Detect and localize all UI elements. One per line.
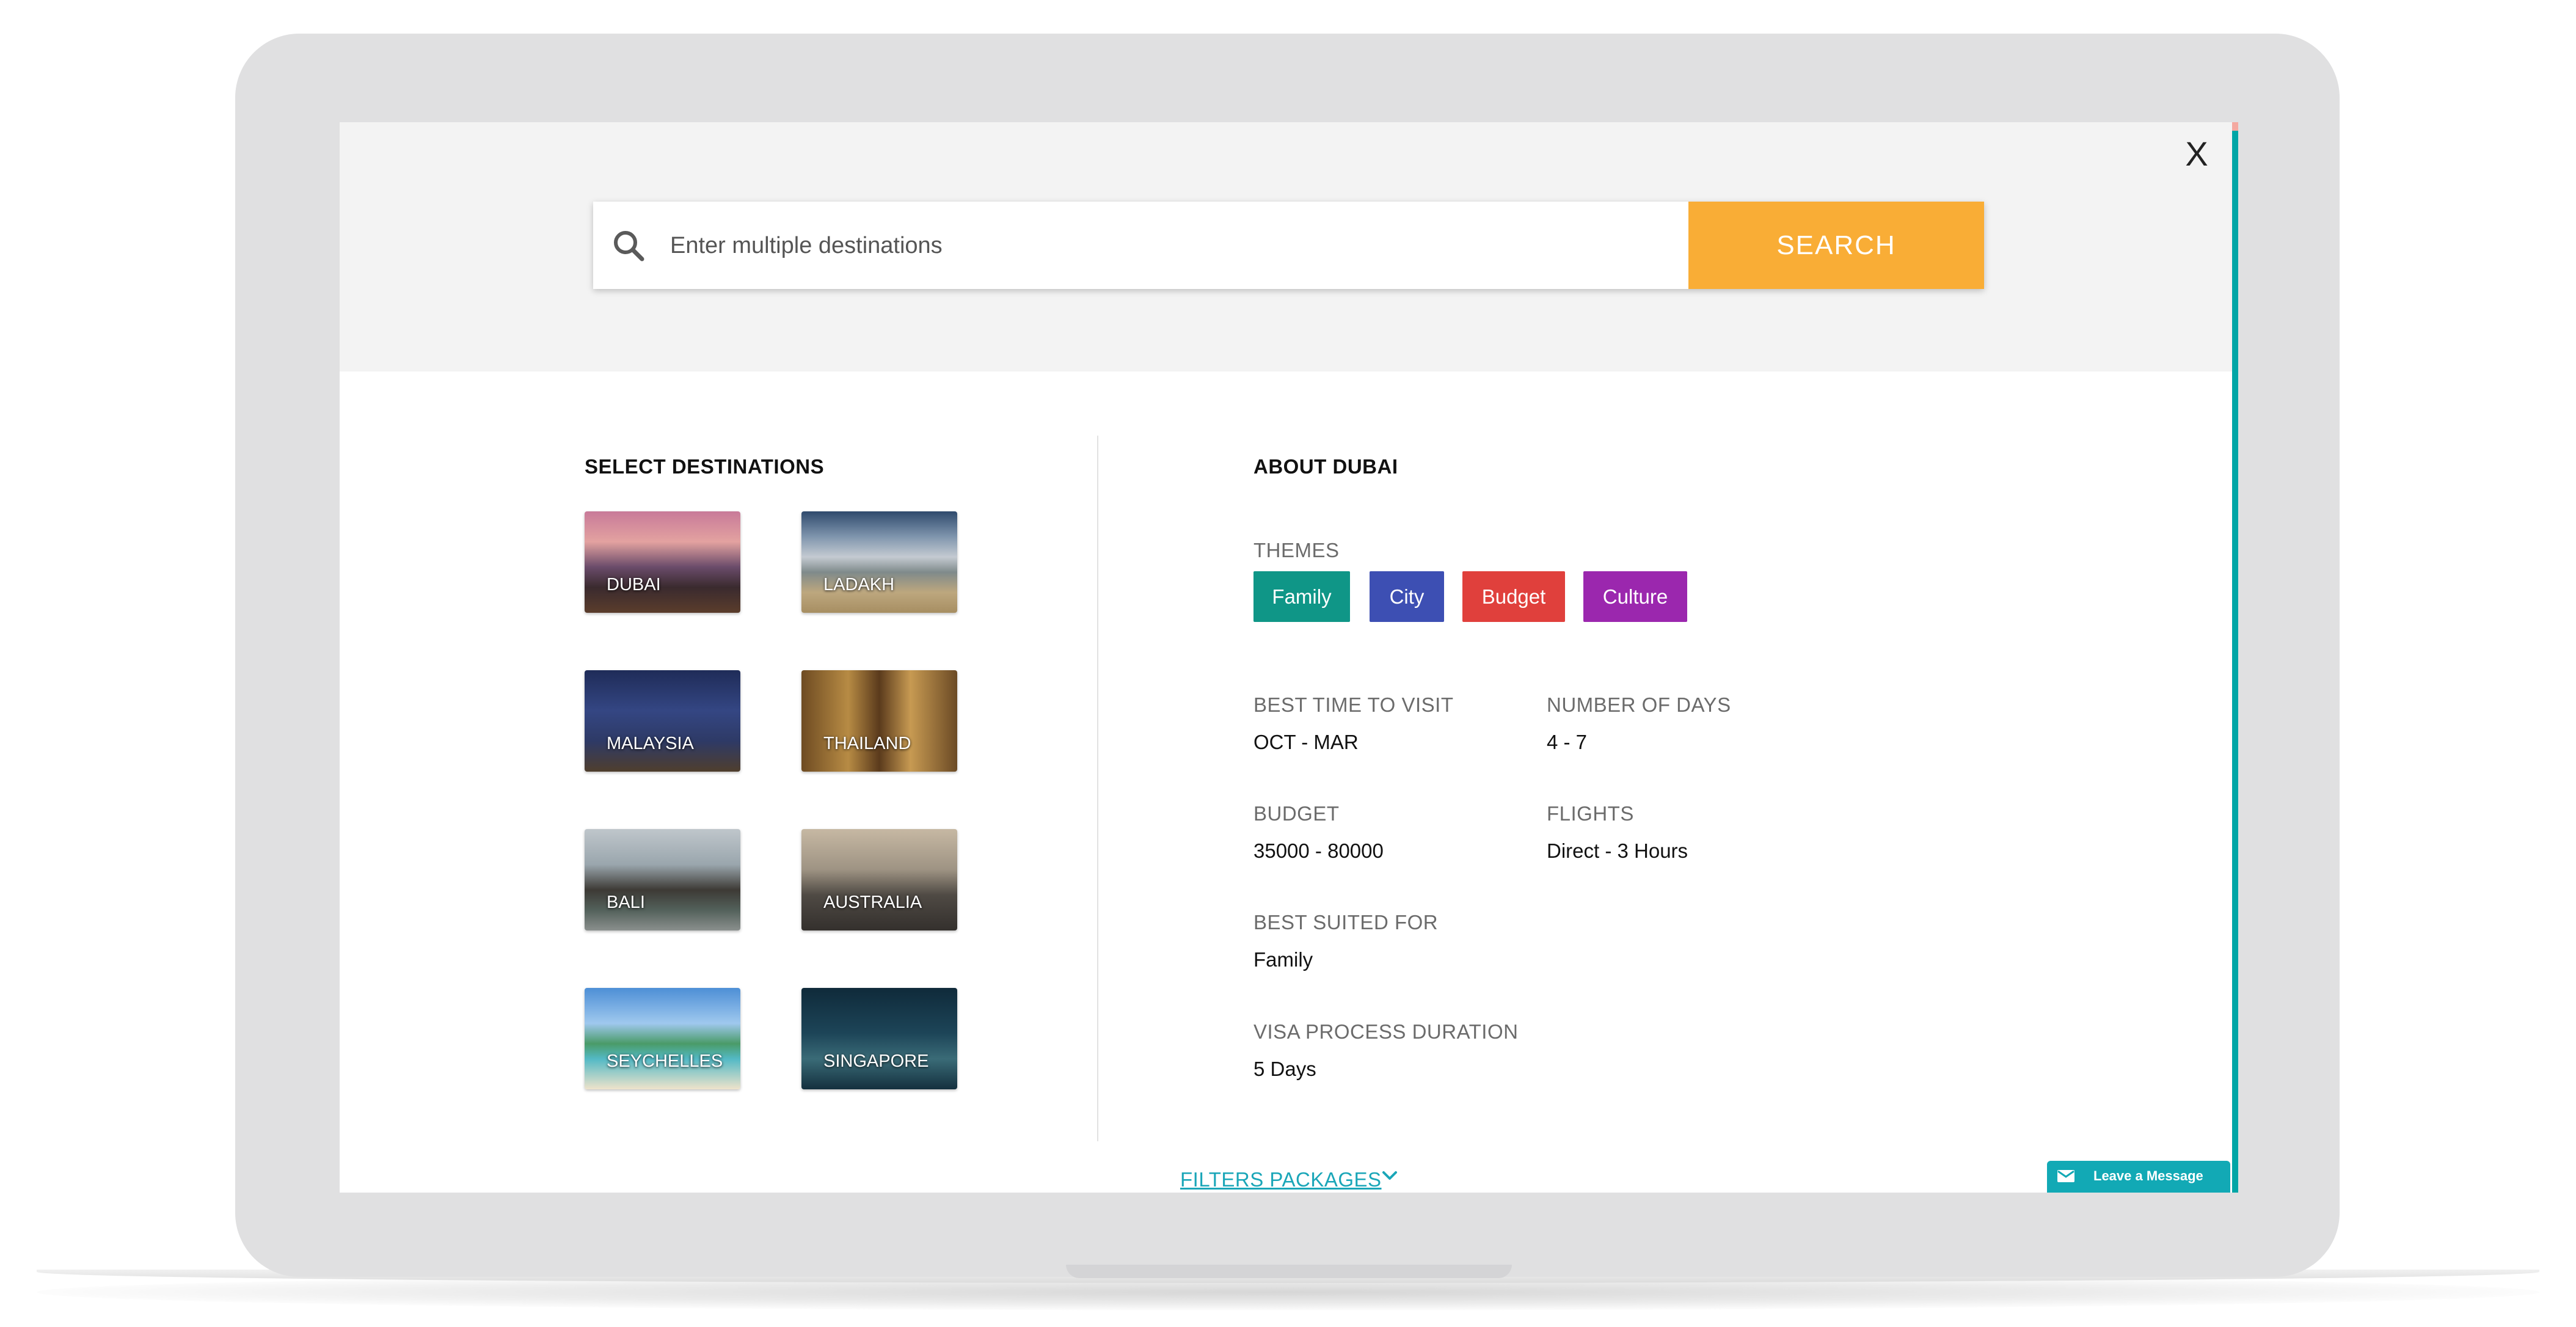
search-input[interactable] — [669, 202, 1673, 290]
flights-value: Direct - 3 Hours — [1547, 839, 1688, 862]
destination-card-singapore[interactable]: SINGAPORE — [801, 988, 957, 1089]
scrollbar[interactable] — [2232, 122, 2238, 1193]
search-icon — [614, 231, 644, 261]
chevron-down-icon[interactable] — [1379, 1165, 1401, 1187]
destination-label: LADAKH — [823, 575, 895, 594]
destination-label: SINGAPORE — [823, 1051, 929, 1071]
destination-label: MALAYSIA — [607, 734, 694, 753]
search-header: X SEARCH — [340, 122, 2232, 371]
theme-tag-family[interactable]: Family — [1253, 571, 1350, 622]
filters-packages-link[interactable]: FILTERS PACKAGES — [1180, 1168, 1382, 1191]
theme-tag-city[interactable]: City — [1370, 571, 1444, 622]
destination-label: BALI — [607, 893, 645, 912]
destination-label: THAILAND — [823, 734, 911, 753]
leave-message-label: Leave a Message — [2093, 1168, 2203, 1183]
destination-card-malaysia[interactable]: MALAYSIA — [585, 670, 740, 772]
best-suited-value: Family — [1253, 948, 1313, 971]
scrollbar-top-marker — [2232, 122, 2238, 131]
destination-card-dubai[interactable]: DUBAI — [585, 511, 740, 613]
theme-tag-budget[interactable]: Budget — [1462, 571, 1565, 622]
search-button[interactable]: SEARCH — [1688, 202, 1984, 289]
destination-card-seychelles[interactable]: SEYCHELLES — [585, 988, 740, 1089]
column-divider — [1097, 436, 1098, 1141]
destination-card-ladakh[interactable]: LADAKH — [801, 511, 957, 613]
theme-tag-label: City — [1389, 585, 1425, 608]
destination-card-thailand[interactable]: THAILAND — [801, 670, 957, 772]
close-button[interactable]: X — [2175, 136, 2218, 172]
visa-value: 5 Days — [1253, 1058, 1316, 1080]
about-title: ABOUT DUBAI — [1253, 455, 1398, 478]
destination-label: AUSTRALIA — [823, 893, 922, 912]
screen: X SEARCH SELECT DESTINATIONS DUBAI LADAK… — [340, 122, 2238, 1193]
destination-card-australia[interactable]: AUSTRALIA — [801, 829, 957, 930]
theme-tag-label: Family — [1272, 585, 1332, 608]
mail-icon — [2057, 1170, 2074, 1182]
num-days-label: NUMBER OF DAYS — [1547, 693, 1731, 716]
destination-label: SEYCHELLES — [607, 1051, 723, 1071]
num-days-value: 4 - 7 — [1547, 731, 1588, 753]
themes-label: THEMES — [1253, 539, 1340, 561]
theme-tag-culture[interactable]: Culture — [1583, 571, 1687, 622]
destination-label: DUBAI — [607, 575, 661, 594]
budget-value: 35000 - 80000 — [1253, 839, 1384, 862]
theme-tag-label: Culture — [1602, 585, 1668, 608]
theme-tag-label: Budget — [1481, 585, 1546, 608]
best-time-label: BEST TIME TO VISIT — [1253, 693, 1454, 716]
select-destinations-title: SELECT DESTINATIONS — [585, 455, 825, 478]
destination-card-bali[interactable]: BALI — [585, 829, 740, 930]
flights-label: FLIGHTS — [1547, 802, 1634, 825]
visa-label: VISA PROCESS DURATION — [1253, 1020, 1519, 1043]
budget-label: BUDGET — [1253, 802, 1340, 825]
best-time-value: OCT - MAR — [1253, 731, 1359, 753]
leave-message-button[interactable]: Leave a Message — [2047, 1161, 2230, 1193]
best-suited-label: BEST SUITED FOR — [1253, 911, 1439, 934]
search-bar: SEARCH — [593, 202, 1984, 290]
laptop-notch — [1066, 1265, 1512, 1278]
